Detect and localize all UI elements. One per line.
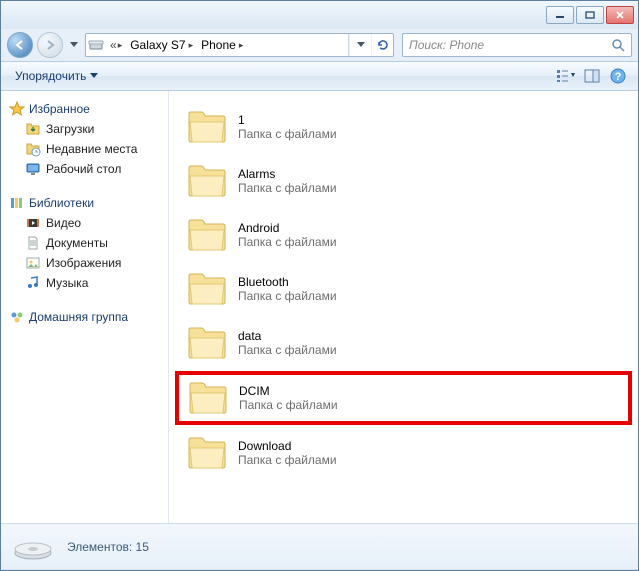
status-text: Элементов: 15	[67, 540, 149, 554]
folder-name: Alarms	[238, 167, 337, 181]
drive-icon	[11, 531, 55, 563]
libraries-icon	[9, 195, 25, 211]
breadcrumb-item[interactable]: Phone▸	[197, 34, 247, 56]
folder-icon	[186, 434, 228, 472]
statusbar: Элементов: 15	[1, 523, 638, 569]
documents-icon	[25, 235, 41, 251]
sidebar-item-documents[interactable]: Документы	[1, 233, 168, 253]
folder-name: 1	[238, 113, 337, 127]
device-icon	[88, 37, 104, 53]
folder-icon	[186, 324, 228, 362]
sidebar-item-downloads[interactable]: Загрузки	[1, 119, 168, 139]
minimize-button[interactable]	[546, 6, 574, 24]
pictures-icon	[25, 255, 41, 271]
sidebar-item-desktop[interactable]: Рабочий стол	[1, 159, 168, 179]
view-options-button[interactable]	[554, 65, 578, 87]
organize-button[interactable]: Упорядочить	[9, 67, 104, 85]
folder-name: Download	[238, 439, 337, 453]
preview-pane-button[interactable]	[580, 65, 604, 87]
video-icon	[25, 215, 41, 231]
star-icon	[9, 101, 25, 117]
close-button[interactable]	[606, 6, 634, 24]
address-bar[interactable]: «▸ Galaxy S7▸ Phone▸	[85, 33, 394, 57]
homegroup-icon	[9, 309, 25, 325]
help-button[interactable]: ?	[606, 65, 630, 87]
folder-item[interactable]: AlarmsПапка с файлами	[175, 155, 632, 207]
folder-type: Папка с файлами	[239, 398, 338, 412]
refresh-button[interactable]	[371, 34, 393, 56]
maximize-button[interactable]	[576, 6, 604, 24]
svg-text:?: ?	[615, 71, 622, 83]
folder-name: Android	[238, 221, 337, 235]
folder-type: Папка с файлами	[238, 235, 337, 249]
search-input[interactable]: Поиск: Phone	[402, 33, 632, 57]
sidebar-item-recent[interactable]: Недавние места	[1, 139, 168, 159]
folder-icon	[186, 108, 228, 146]
sidebar-item-video[interactable]: Видео	[1, 213, 168, 233]
recent-icon	[25, 141, 41, 157]
sidebar-item-pictures[interactable]: Изображения	[1, 253, 168, 273]
breadcrumb-item[interactable]: Galaxy S7▸	[126, 34, 197, 56]
sidebar-libraries[interactable]: Библиотеки	[1, 193, 168, 213]
folder-item[interactable]: DownloadПапка с файлами	[175, 427, 632, 479]
toolbar: Упорядочить ?	[1, 61, 638, 91]
folder-item[interactable]: dataПапка с файлами	[175, 317, 632, 369]
folder-icon	[186, 216, 228, 254]
folder-name: data	[238, 329, 337, 343]
forward-button[interactable]	[37, 32, 63, 58]
address-dropdown[interactable]	[349, 34, 371, 56]
folder-name: DCIM	[239, 384, 338, 398]
folder-name: Bluetooth	[238, 275, 337, 289]
download-icon	[25, 121, 41, 137]
music-icon	[25, 275, 41, 291]
sidebar-item-music[interactable]: Музыка	[1, 273, 168, 293]
folder-icon	[186, 270, 228, 308]
navbar: «▸ Galaxy S7▸ Phone▸ Поиск: Phone	[1, 29, 638, 61]
folder-type: Папка с файлами	[238, 289, 337, 303]
sidebar: Избранное Загрузки Недавние места Рабочи…	[1, 91, 169, 523]
explorer-window: «▸ Galaxy S7▸ Phone▸ Поиск: Phone Упоряд…	[0, 0, 639, 571]
folder-type: Папка с файлами	[238, 453, 337, 467]
search-placeholder: Поиск: Phone	[409, 38, 484, 52]
breadcrumb-overflow[interactable]: «▸	[106, 34, 126, 56]
folder-type: Папка с файлами	[238, 127, 337, 141]
folder-item[interactable]: 1Папка с файлами	[175, 101, 632, 153]
back-button[interactable]	[7, 32, 33, 58]
folder-type: Папка с файлами	[238, 343, 337, 357]
folder-type: Папка с файлами	[238, 181, 337, 195]
folder-icon	[187, 379, 229, 417]
sidebar-favorites[interactable]: Избранное	[1, 99, 168, 119]
folder-item[interactable]: DCIMПапка с файлами	[175, 371, 632, 425]
history-dropdown[interactable]	[67, 32, 81, 58]
titlebar	[1, 1, 638, 29]
folder-icon	[186, 162, 228, 200]
sidebar-homegroup[interactable]: Домашняя группа	[1, 307, 168, 327]
search-icon	[611, 38, 625, 52]
folder-item[interactable]: BluetoothПапка с файлами	[175, 263, 632, 315]
file-list[interactable]: 1Папка с файламиAlarmsПапка с файламиAnd…	[169, 91, 638, 523]
desktop-icon	[25, 161, 41, 177]
folder-item[interactable]: AndroidПапка с файлами	[175, 209, 632, 261]
